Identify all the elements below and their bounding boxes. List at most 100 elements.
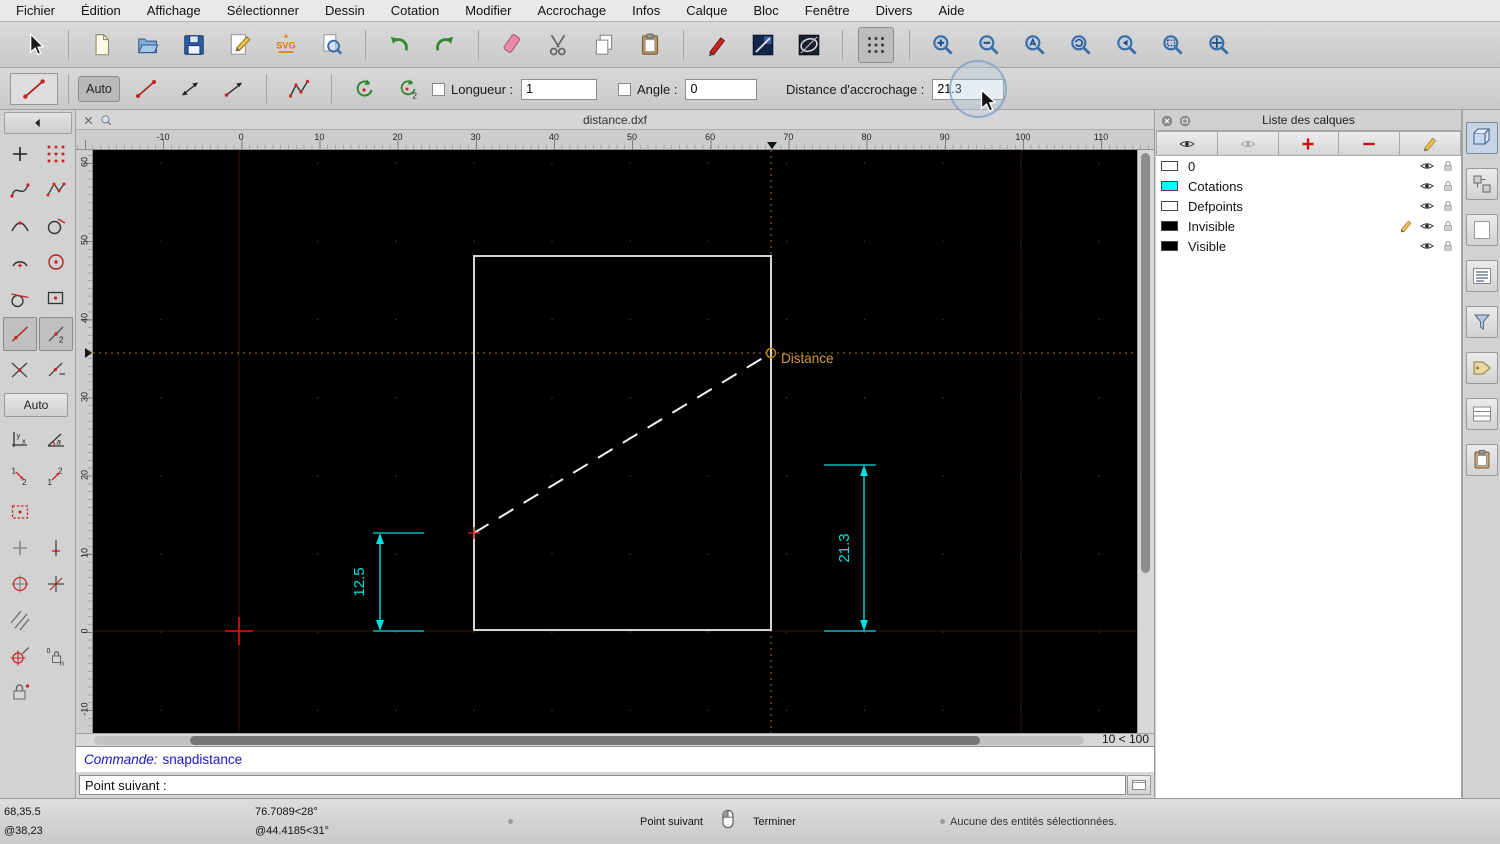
arc-center-button[interactable] xyxy=(3,245,37,279)
layer-visibility-toggle[interactable] xyxy=(1419,158,1435,174)
menu-édition[interactable]: Édition xyxy=(81,3,121,18)
snap-free-button[interactable] xyxy=(3,317,37,351)
cross-line-button[interactable] xyxy=(39,567,73,601)
panel-clipboard-button[interactable] xyxy=(1465,444,1498,476)
drawing-canvas[interactable]: 12.5 21.3 Distance xyxy=(93,150,1138,733)
new-file-button[interactable] xyxy=(84,27,120,63)
menu-fenêtre[interactable]: Fenêtre xyxy=(805,3,850,18)
snap-middle-button[interactable]: 2 xyxy=(39,317,73,351)
palette-auto-button[interactable]: Auto xyxy=(4,393,68,417)
arc-tools-button[interactable] xyxy=(3,209,37,243)
zoom-redraw-button[interactable] xyxy=(1063,27,1099,63)
layer-row[interactable]: Visible xyxy=(1156,236,1461,256)
grid-button[interactable] xyxy=(858,26,894,63)
menu-modifier[interactable]: Modifier xyxy=(465,3,511,18)
scrollbar-thumb[interactable] xyxy=(1141,153,1151,573)
point-plus-button[interactable] xyxy=(3,137,37,171)
coord-polar-button[interactable]: a xyxy=(39,423,73,457)
circle-center-button[interactable] xyxy=(39,245,73,279)
scrollbar-thumb[interactable] xyxy=(190,736,980,745)
menu-divers[interactable]: Divers xyxy=(876,3,913,18)
pencil-button[interactable] xyxy=(1400,131,1461,156)
angle-checkbox[interactable] xyxy=(618,82,631,96)
layer-visibility-toggle[interactable] xyxy=(1419,178,1435,194)
undo-button[interactable] xyxy=(381,27,417,63)
zoom-in-button[interactable] xyxy=(925,27,961,63)
print-preview-button[interactable] xyxy=(314,27,350,63)
point-plus-gray-button[interactable] xyxy=(3,531,37,565)
rect-point-button[interactable] xyxy=(39,281,73,315)
minus-red-button[interactable] xyxy=(1339,131,1401,156)
snap-target-button[interactable] xyxy=(3,639,37,673)
collapse-palette-button[interactable] xyxy=(3,112,72,134)
select-arrow-button[interactable] xyxy=(17,27,53,63)
eye-button[interactable] xyxy=(1156,131,1218,156)
length-checkbox[interactable] xyxy=(432,82,445,96)
select-window-button[interactable] xyxy=(3,495,37,529)
svg-export-button[interactable]: SVG xyxy=(268,27,304,63)
polyline-points-button[interactable] xyxy=(39,173,73,207)
point-grid-button[interactable] xyxy=(39,137,73,171)
menu-accrochage[interactable]: Accrochage xyxy=(537,3,606,18)
layer-row[interactable]: Invisible xyxy=(1156,216,1461,236)
panel-list-button[interactable] xyxy=(1465,260,1498,292)
layer-edit-button[interactable] xyxy=(1398,218,1414,234)
tangent-line-button[interactable] xyxy=(3,281,37,315)
angle-input[interactable] xyxy=(685,78,758,100)
zoom-pan-button[interactable] xyxy=(1201,27,1237,63)
zoom-auto-button[interactable] xyxy=(1017,27,1053,63)
snap-angle-button[interactable] xyxy=(39,353,73,387)
layer-row[interactable]: Cotations xyxy=(1156,176,1461,196)
rotate-ccw-button[interactable] xyxy=(347,72,381,106)
delete-button[interactable] xyxy=(494,27,530,63)
layer-visibility-toggle[interactable] xyxy=(1419,238,1435,254)
snap-intersection-button[interactable] xyxy=(3,353,37,387)
line-free-button[interactable] xyxy=(129,72,163,106)
menu-infos[interactable]: Infos xyxy=(632,3,660,18)
coord-cartesian-button[interactable]: yx xyxy=(3,423,37,457)
line-point-button[interactable] xyxy=(39,531,73,565)
layer-visibility-toggle[interactable] xyxy=(1419,198,1435,214)
dimension-left[interactable]: 12.5 xyxy=(351,532,425,632)
zoom-out-button[interactable] xyxy=(971,27,1007,63)
line-both-arrows-button[interactable] xyxy=(173,72,207,106)
eye-gray-button[interactable] xyxy=(1217,131,1279,156)
zoom-previous-button[interactable] xyxy=(1109,27,1145,63)
document-titlebar[interactable]: distance.dxf xyxy=(76,110,1154,130)
edit-drawing-button[interactable] xyxy=(222,27,258,63)
line-one-arrow-button[interactable] xyxy=(217,72,251,106)
menu-calque[interactable]: Calque xyxy=(686,3,727,18)
menu-dessin[interactable]: Dessin xyxy=(325,3,365,18)
layer-row[interactable]: Defpoints xyxy=(1156,196,1461,216)
menu-fichier[interactable]: Fichier xyxy=(16,3,55,18)
zoom-window-button[interactable] xyxy=(1155,27,1191,63)
vertical-scrollbar[interactable] xyxy=(1137,150,1154,733)
layer-row[interactable]: 0 xyxy=(1156,156,1461,176)
panel-3d-button[interactable] xyxy=(1465,122,1498,154)
menu-sélectionner[interactable]: Sélectionner xyxy=(227,3,299,18)
menu-bloc[interactable]: Bloc xyxy=(753,3,778,18)
circle-point-button[interactable] xyxy=(3,567,37,601)
layer-lock-toggle[interactable] xyxy=(1440,178,1456,194)
hatch-button[interactable] xyxy=(3,603,37,637)
save-button[interactable] xyxy=(176,27,212,63)
cut-button[interactable] xyxy=(540,27,576,63)
layer-visibility-toggle[interactable] xyxy=(1419,218,1435,234)
ellipse-button[interactable] xyxy=(791,27,827,63)
order-down-button[interactable]: 12 xyxy=(3,459,37,493)
panel-rows-button[interactable] xyxy=(1465,398,1498,430)
spline-button[interactable] xyxy=(3,173,37,207)
panel-block-button[interactable] xyxy=(1465,168,1498,200)
docked-tool-indicator[interactable] xyxy=(10,73,58,105)
command-panel-toggle-button[interactable] xyxy=(1127,775,1151,795)
panel-blank-button[interactable] xyxy=(1465,214,1498,246)
layer-lock-toggle[interactable] xyxy=(1440,158,1456,174)
panel-tag-button[interactable] xyxy=(1465,352,1498,384)
menu-affichage[interactable]: Affichage xyxy=(147,3,201,18)
redo-button[interactable] xyxy=(427,27,463,63)
snap-distance-input[interactable] xyxy=(932,78,1005,100)
paste-button[interactable] xyxy=(632,27,668,63)
menu-cotation[interactable]: Cotation xyxy=(391,3,439,18)
menu-aide[interactable]: Aide xyxy=(938,3,964,18)
polyline-button[interactable] xyxy=(282,72,316,106)
